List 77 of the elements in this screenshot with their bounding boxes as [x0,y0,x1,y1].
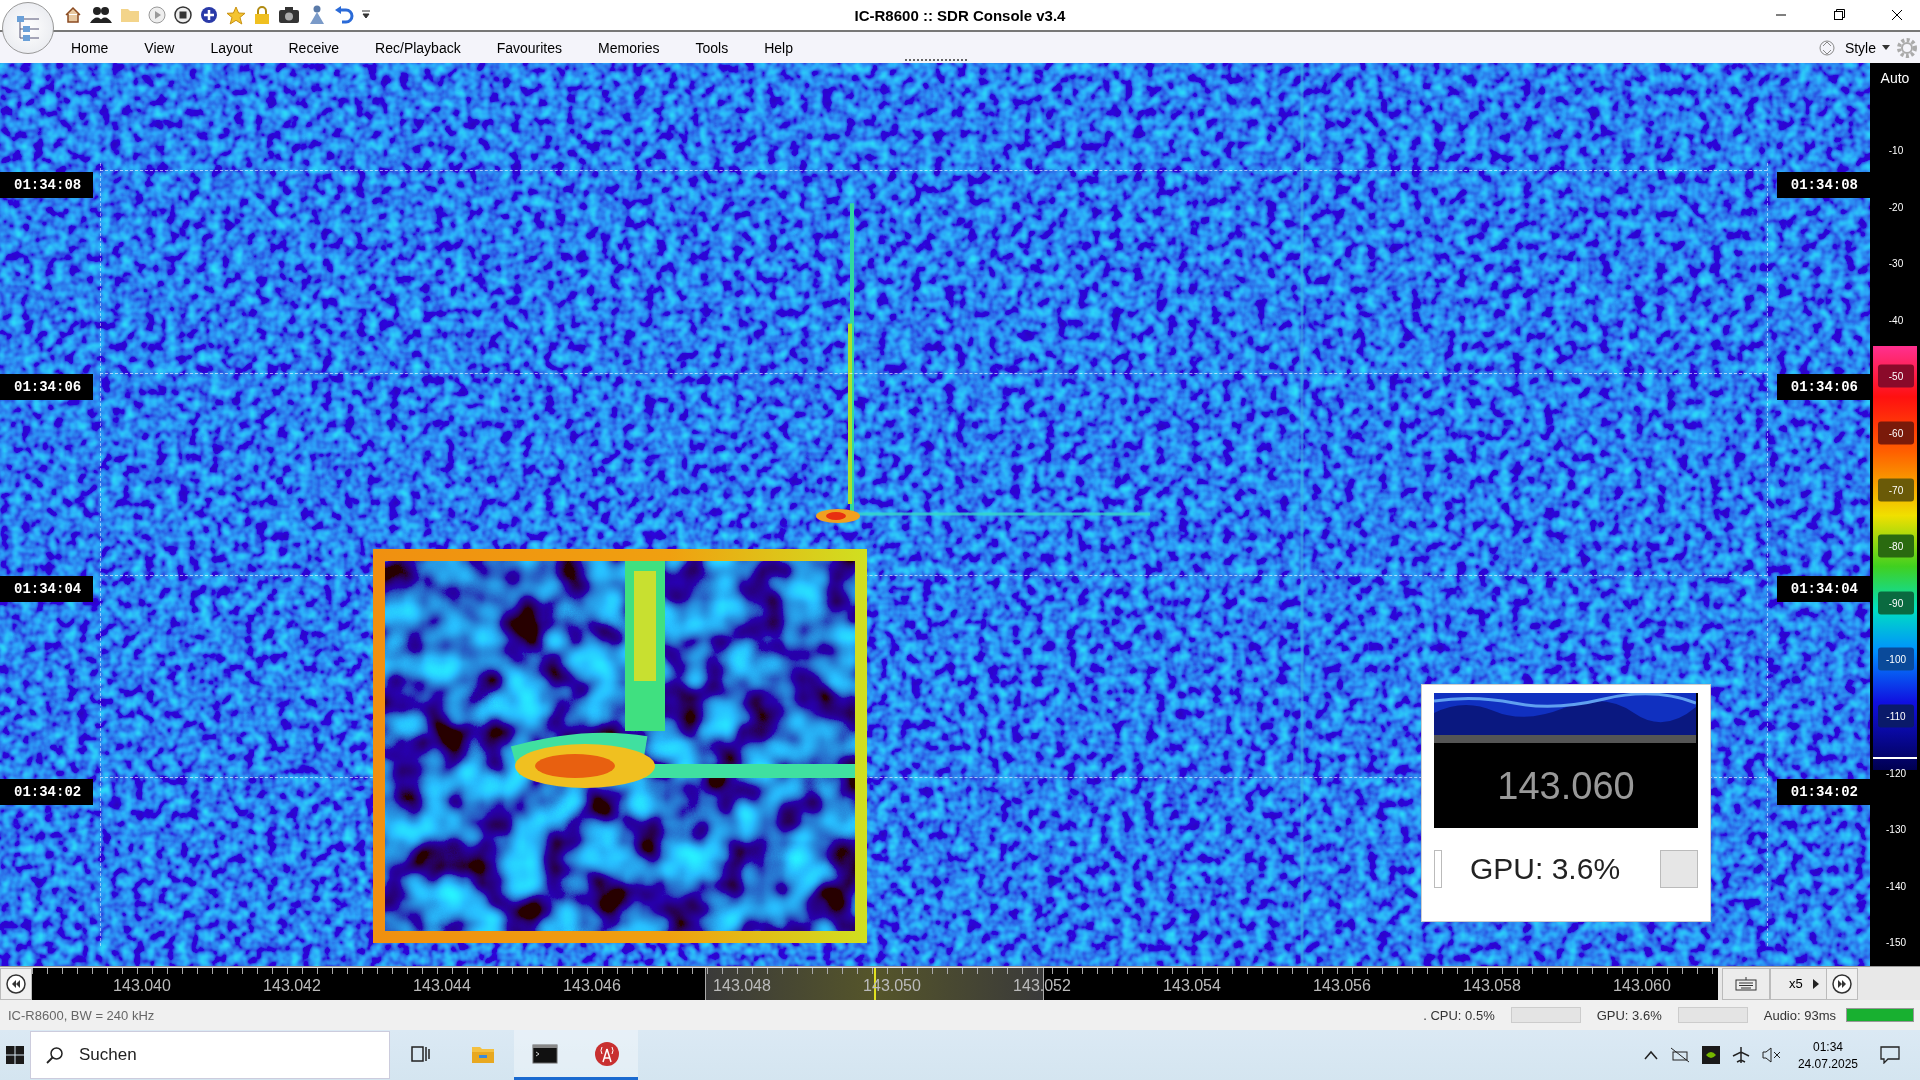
undo-icon[interactable] [334,6,354,24]
network-icon[interactable] [1669,1047,1690,1063]
triangle-icon[interactable] [1812,978,1820,989]
search-field[interactable]: Suchen [30,1031,390,1079]
keyboard-button[interactable] [1722,967,1770,1000]
fast-forward-icon [1831,972,1853,995]
scale-label: -80 [1878,534,1914,558]
home-icon[interactable] [64,6,82,24]
camera-icon[interactable] [278,6,300,24]
scale-label: -130 [1885,822,1907,837]
menu-item[interactable]: Tools [695,35,729,60]
scale-label: -120 [1885,766,1907,781]
frequency-label: 143.054 [1162,976,1222,995]
terminal-icon [532,1043,558,1064]
radio-tower-icon [594,1040,620,1067]
frequency-label: 143.044 [412,976,472,995]
menu-item[interactable]: Favourites [496,35,563,60]
search-icon [46,1046,64,1064]
chevron-up-icon[interactable] [1643,1050,1658,1060]
scroll-right-button[interactable] [1826,967,1858,1000]
grip-handle[interactable] [905,59,967,61]
window-title: IC-R8600 :: SDR Console v3.4 [854,6,1066,24]
scale-mode[interactable]: Auto [1870,63,1920,86]
scale-label: -60 [1878,421,1914,445]
cpu-meter [1510,1007,1581,1023]
airplane-icon[interactable] [1731,1046,1750,1064]
muted-speaker-icon[interactable] [1761,1047,1782,1063]
scale-label: -70 [1878,478,1914,502]
clock-time[interactable]: 01:34 [1812,1039,1843,1054]
frequency-label: 143.056 [1312,976,1372,995]
menu-item[interactable]: View [144,35,175,60]
taskbar-app[interactable] [514,1030,576,1080]
people-icon[interactable] [90,6,112,24]
rewind-icon [5,972,27,995]
scale-label: -150 [1885,935,1907,950]
gpu-icon[interactable] [1701,1046,1720,1064]
scale-label: -50 [1878,364,1914,388]
scale-label: -40 [1887,313,1905,328]
menu-item[interactable]: Rec/Playback [375,35,461,60]
person-icon[interactable] [308,5,326,25]
scale-label: -30 [1887,256,1905,271]
gpu-reading: GPU: 3.6% [1596,1007,1662,1023]
gpu-meter [1677,1007,1748,1023]
frequency-label: 143.046 [562,976,622,995]
scale-label: -100 [1878,647,1914,671]
menu-item[interactable]: Receive [288,35,340,60]
scale-label: -10 [1887,143,1905,158]
star-icon[interactable] [226,5,246,25]
cpu-reading: . CPU: 0.5% [1423,1007,1495,1023]
scale-label: -140 [1885,879,1907,894]
device-info: IC-R8600, BW = 240 kHz [7,1007,155,1023]
frequency-label: 143.058 [1462,976,1522,995]
scroll-left-button[interactable] [0,967,32,1000]
menu-item[interactable]: Help [764,35,793,60]
dropdown-icon[interactable] [362,10,370,20]
audio-reading: Audio: 93ms [1763,1007,1836,1023]
caret-icon[interactable] [1882,44,1890,51]
frequency-label: 143.048 [712,976,772,995]
stop-icon[interactable] [174,6,192,24]
frequency-label: 143.060 [1612,976,1672,995]
scale-label: -20 [1887,200,1905,215]
play-icon[interactable] [148,6,166,24]
frequency-label: 143.042 [262,976,322,995]
clock-date[interactable]: 24.07.2025 [1797,1056,1858,1071]
style-menu[interactable]: Style [1844,39,1876,56]
notification-icon[interactable] [1880,1046,1900,1064]
task-view-icon [411,1044,431,1063]
lock-icon[interactable] [254,5,270,25]
add-icon[interactable] [200,6,218,24]
frequency-label: 143.040 [112,976,172,995]
windows-icon[interactable] [6,1046,24,1064]
menu-item[interactable]: Home [71,35,109,60]
scale-label: -110 [1878,704,1914,728]
menu-item[interactable]: Layout [210,35,253,60]
keyboard-icon [1735,976,1757,991]
scale-label: -90 [1878,591,1914,615]
menu-item[interactable]: Memories [598,35,660,60]
